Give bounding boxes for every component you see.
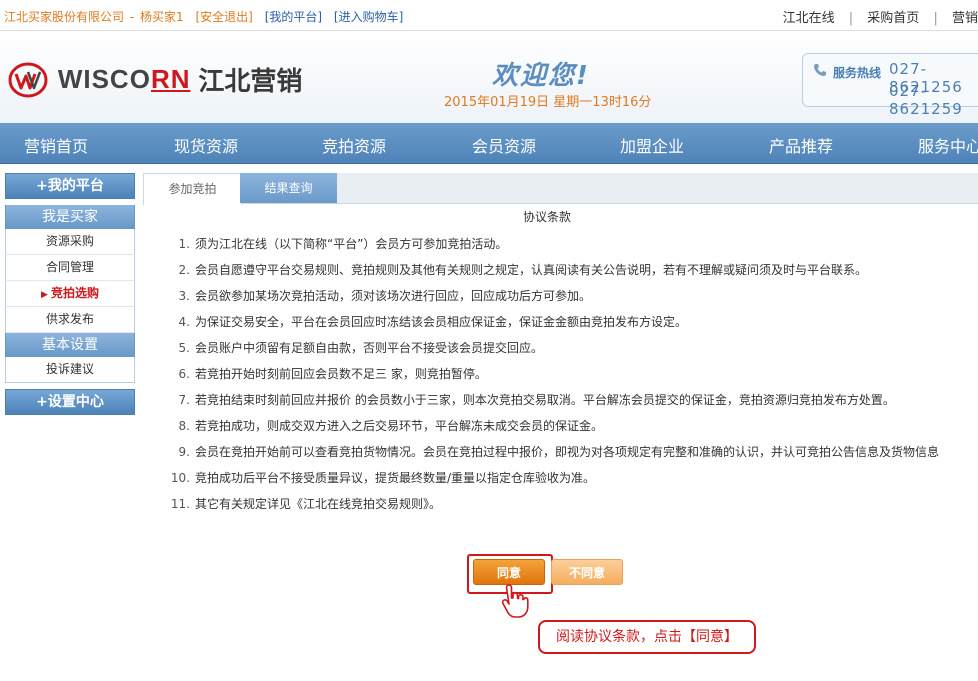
hand-cursor-icon	[501, 584, 529, 618]
instruction-callout: 阅读协议条款，点击【同意】	[538, 620, 756, 654]
list-item: 8. 若竞拍成功，则成交双方进入之后交易环节，平台解冻未成交会员的保证金。	[178, 419, 604, 433]
buyer-name: 杨买家1	[140, 10, 184, 24]
service-hotline: 服务热线 027-8621256 027-8621259	[802, 53, 978, 118]
nav-product-recommend[interactable]: 产品推荐	[769, 133, 833, 157]
list-item: 4. 为保证交易安全，平台在会员回应时冻结该会员相应保证金，保证金金额由竞拍发布方…	[178, 315, 688, 329]
list-item: 10. 竞拍成功后平台不接受质量异议，提货最终数量/重量以指定仓库验收为准。	[170, 471, 596, 485]
list-item: 1. 须为江北在线（以下简称“平台”）会员方可参加竞拍活动。	[178, 237, 508, 251]
sidebar-basic-box: 投诉建议	[5, 357, 135, 383]
site-logo[interactable]: WISCORN 江北营销	[8, 61, 302, 101]
nav-member-resources[interactable]: 会员资源	[472, 133, 536, 157]
logout-link[interactable]: [安全退出]	[195, 10, 252, 24]
disagree-button[interactable]: 不同意	[551, 559, 623, 585]
sidebar-my-platform[interactable]: +我的平台	[5, 173, 135, 199]
header: WISCORN 江北营销 欢迎您! 2015年01月19日 星期一13时16分 …	[0, 31, 978, 123]
sidebar: +我的平台 我是买家 资源采购 合同管理 ▶ 竞拍选购 供求发布 基本设置 投诉建…	[5, 173, 135, 415]
nav-spot-resources[interactable]: 现货资源	[174, 133, 238, 157]
welcome-text: 欢迎您!	[492, 61, 590, 91]
active-triangle-icon: ▶	[41, 290, 48, 300]
sidebar-item-supply-demand[interactable]: 供求发布	[5, 307, 135, 333]
top-link-jiangbei-online[interactable]: 江北在线	[783, 11, 835, 26]
agree-button[interactable]: 同意	[473, 559, 545, 585]
top-bar-links: 江北在线 | 采购首页 | 营销	[783, 7, 978, 26]
tab-join-auction[interactable]: 参加竞拍	[143, 173, 242, 205]
sidebar-item-auction-purchase[interactable]: ▶ 竞拍选购	[5, 281, 135, 307]
sidebar-basic-settings[interactable]: 基本设置	[5, 333, 135, 357]
list-item: 6. 若竞拍开始时刻前回应会员数不足三 家，则竞拍暂停。	[178, 367, 487, 381]
phone-icon	[814, 64, 826, 76]
list-item: 7. 若竞拍结束时刻前回应并报价 的会员数小于三家，则本次竞拍交易取消。平台解冻会…	[178, 393, 895, 407]
top-bar-user-info: 江北买家股份有限公司 - 杨买家1 [安全退出] [我的平台] [进入购物车]	[4, 8, 403, 25]
nav-partner-companies[interactable]: 加盟企业	[620, 133, 684, 157]
divider: |	[848, 11, 854, 26]
list-item: 5. 会员账户中须留有足额自由款，否则平台不接受该会员提交回应。	[178, 341, 544, 355]
terms-title: 协议条款	[523, 210, 572, 224]
company-name: 江北买家股份有限公司	[4, 10, 125, 24]
current-datetime: 2015年01月19日 星期一13时16分	[444, 95, 652, 110]
list-item: 11. 其它有关规定详见《江北在线竞拍交易规则》。	[170, 497, 442, 511]
sidebar-item-contract-management[interactable]: 合同管理	[5, 255, 135, 281]
nav-auction-resources[interactable]: 竞拍资源	[322, 133, 386, 157]
sidebar-settings-center[interactable]: +设置中心	[5, 389, 135, 415]
sidebar-item-complaints[interactable]: 投诉建议	[5, 357, 135, 382]
hotline-label: 服务热线	[833, 66, 882, 80]
hotline-number-2: 027-8621259	[889, 82, 963, 118]
cart-link[interactable]: [进入购物车]	[334, 10, 403, 24]
top-link-purchase-home[interactable]: 采购首页	[867, 11, 919, 26]
terms-list: 1. 须为江北在线（以下简称“平台”）会员方可参加竞拍活动。 2. 会员自愿遵守平台…	[170, 236, 940, 522]
nav-marketing-home[interactable]: 营销首页	[24, 133, 88, 157]
list-item: 9. 会员在竞拍开始前可以查看竞拍货物情况。会员在竞拍过程中报价，即视为对各项规定…	[178, 445, 940, 459]
wisco-logo-icon	[8, 62, 48, 97]
divider: |	[933, 11, 938, 26]
top-bar: 江北买家股份有限公司 - 杨买家1 [安全退出] [我的平台] [进入购物车] …	[0, 0, 978, 31]
my-platform-link[interactable]: [我的平台]	[265, 10, 322, 24]
logo-chinese-name: 江北营销	[198, 67, 303, 97]
sidebar-item-label: 竞拍选购	[50, 286, 99, 300]
nav-service-center[interactable]: 服务中心	[918, 133, 978, 157]
separator: -	[129, 10, 135, 24]
list-item: 3. 会员欲参加某场次竞拍活动，须对该场次进行回应，回应成功后方可参加。	[178, 289, 592, 303]
sidebar-buyer-section[interactable]: 我是买家	[5, 205, 135, 229]
sidebar-item-resource-purchase[interactable]: 资源采购	[5, 229, 135, 255]
tab-result-query[interactable]: 结果查询	[240, 173, 337, 203]
logo-brand: WISCORN	[57, 64, 191, 94]
top-link-marketing[interactable]: 营销	[952, 11, 978, 26]
list-item: 2. 会员自愿遵守平台交易规则、竞拍规则及其他有关规则之规定，认真阅读有关公告说明…	[178, 263, 868, 277]
main-nav: 营销首页 现货资源 竞拍资源 会员资源 加盟企业 产品推荐 服务中心	[0, 123, 978, 164]
content-tabs: 参加竞拍 结果查询	[143, 173, 978, 205]
